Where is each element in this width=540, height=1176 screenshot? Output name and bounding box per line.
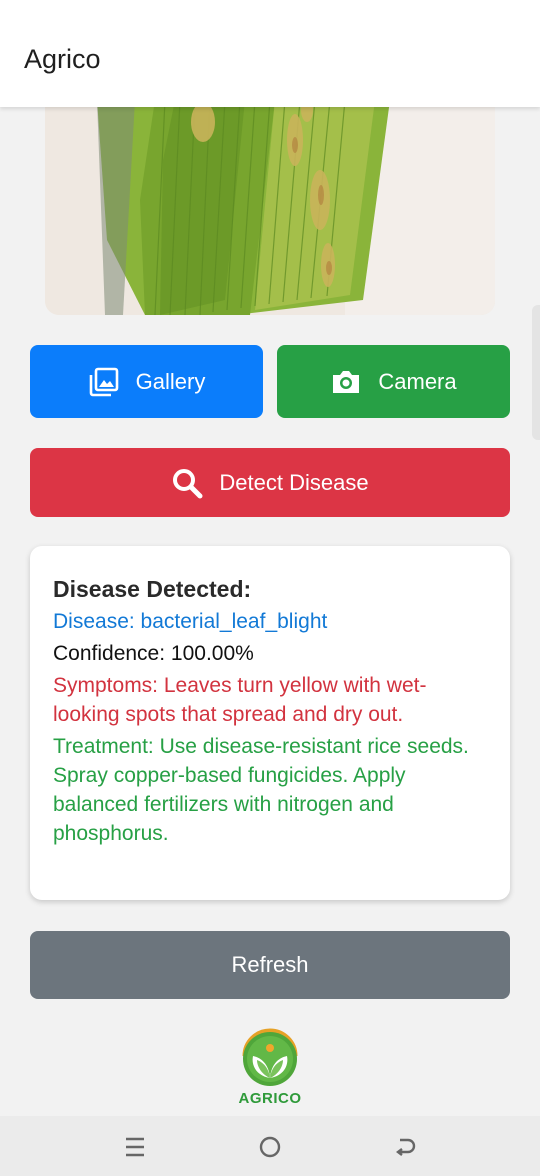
camera-label: Camera [378, 368, 457, 394]
leaf-photo [45, 100, 495, 315]
scroll-indicator[interactable] [532, 305, 540, 440]
treatment-text: Treatment: Use disease-resistant rice se… [53, 735, 469, 845]
home-icon[interactable] [256, 1133, 284, 1161]
gallery-icon [88, 366, 120, 398]
gallery-button[interactable]: Gallery [30, 345, 263, 418]
recent-apps-icon[interactable] [121, 1133, 149, 1161]
detect-disease-button[interactable]: Detect Disease [30, 448, 510, 517]
search-icon [171, 467, 203, 499]
detect-disease-label: Detect Disease [219, 469, 369, 495]
result-heading: Disease Detected: [53, 576, 252, 602]
result-card: Disease Detected: Disease: bacterial_lea… [30, 546, 510, 900]
refresh-label: Refresh [231, 952, 309, 977]
leaf-logo-icon [242, 1028, 298, 1086]
app-bar: Agrico [0, 0, 540, 107]
system-nav-bar [0, 1116, 540, 1176]
back-icon[interactable] [391, 1133, 419, 1161]
camera-icon [330, 368, 362, 396]
logo-text: AGRICO [238, 1090, 302, 1107]
disease-name: Disease: bacterial_leaf_blight [53, 610, 328, 633]
agrico-logo: AGRICO [230, 1026, 310, 1116]
gallery-label: Gallery [135, 368, 206, 394]
confidence-value: Confidence: 100.00% [53, 642, 254, 665]
app-title: Agrico [24, 44, 101, 74]
refresh-button[interactable]: Refresh [30, 931, 510, 999]
camera-button[interactable]: Camera [277, 345, 510, 418]
symptoms-text: Symptoms: Leaves turn yellow with wet-lo… [53, 674, 427, 726]
